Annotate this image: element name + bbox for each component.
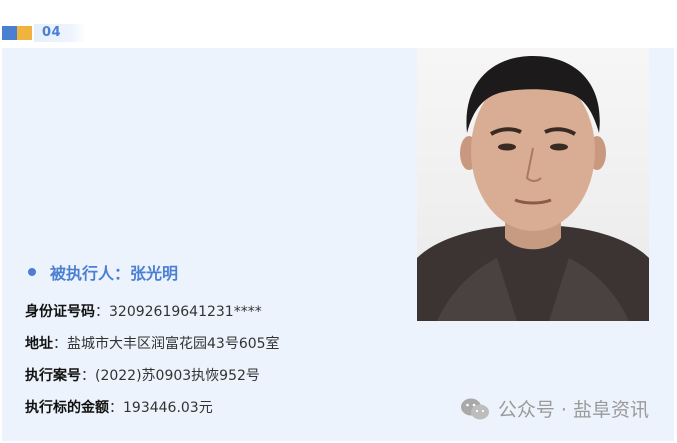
wechat-icon [460,398,489,419]
id-number-row: 身份证号码：32092619641231**** [25,301,262,321]
address-label: 地址 [25,336,53,352]
debtor-name-row: 被执行人： 张光明 [28,260,178,284]
badge-blue-square [2,26,17,40]
amount-label: 执行标的金额 [25,400,109,416]
case-number-row: 执行案号：(2022)苏0903执恢952号 [25,365,260,385]
amount-row: 执行标的金额：193446.03元 [25,397,213,417]
id-number-value: 32092619641231**** [109,304,262,320]
address-row: 地址：盐城市大丰区润富花园43号605室 [25,333,280,353]
person-photo [417,48,649,321]
case-number-label: 执行案号 [25,368,81,384]
bullet-dot-icon [28,268,36,276]
amount-sep: ： [109,400,123,416]
debtor-label: 被执行人： [50,264,131,283]
debtor-name: 张光明 [130,264,179,283]
address-value: 盐城市大丰区润富花园43号605室 [67,336,280,352]
section-number: 04 [34,24,88,42]
case-number-sep: ： [81,368,95,384]
amount-value: 193446.03元 [123,400,213,416]
address-sep: ： [53,336,67,352]
watermark: 公众号 · 盐阜资讯 [460,395,649,422]
id-number-sep: ： [95,304,109,320]
watermark-text: 公众号 · 盐阜资讯 [497,399,649,421]
case-number-value: (2022)苏0903执恢952号 [95,368,260,384]
section-badge: 04 [2,24,88,42]
id-number-label: 身份证号码 [25,304,95,320]
badge-yellow-square [17,26,32,40]
